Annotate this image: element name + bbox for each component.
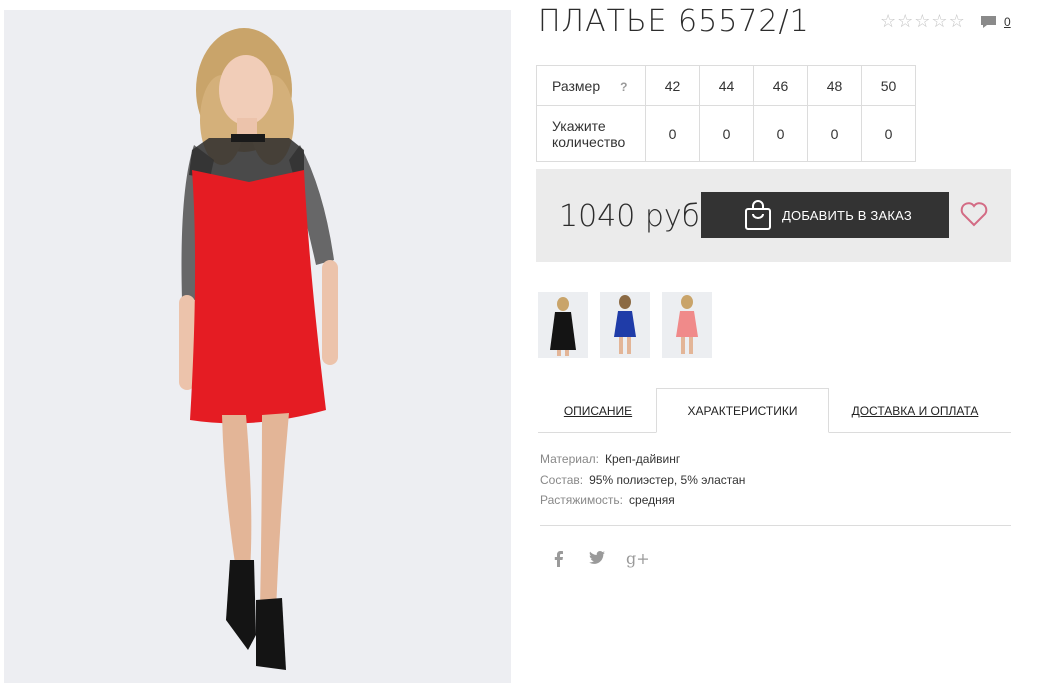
size-cell: 48 <box>807 65 862 106</box>
comment-icon[interactable] <box>980 15 997 29</box>
size-cell: 46 <box>753 65 808 106</box>
size-cell: 50 <box>861 65 916 106</box>
characteristic-name: Состав: <box>540 473 584 487</box>
size-cell: 42 <box>645 65 700 106</box>
tab-characteristics[interactable]: ХАРАКТЕРИСТИКИ <box>656 388 829 433</box>
quantity-input[interactable]: 0 <box>861 105 916 162</box>
thumbnail-pink-dress[interactable] <box>662 292 712 358</box>
pink-dress-image <box>676 295 698 354</box>
heart-icon[interactable] <box>960 201 988 227</box>
section-divider <box>540 525 1011 526</box>
characteristic-name: Растяжимость: <box>540 493 624 507</box>
quantity-label-cell: Укажите количество <box>536 105 646 162</box>
blue-dress-image <box>614 295 636 354</box>
dress-model-illustration <box>4 10 511 683</box>
tab-delivery-payment[interactable]: ДОСТАВКА И ОПЛАТА <box>829 388 1001 433</box>
twitter-icon[interactable] <box>589 551 605 565</box>
star-icon[interactable]: ☆ <box>949 12 965 30</box>
star-icon[interactable]: ☆ <box>897 12 913 30</box>
quantity-row: Укажите количество 0 0 0 0 0 <box>536 105 916 162</box>
characteristic-row: Состав: 95% полиэстер, 5% эластан <box>540 473 745 487</box>
size-row: Размер? 42 44 46 48 50 <box>536 65 916 106</box>
facebook-icon[interactable] <box>554 551 564 567</box>
characteristic-value: средняя <box>629 493 675 507</box>
product-title: ПЛАТЬЕ 65572/1 <box>538 4 810 39</box>
quantity-label-line1: Укажите <box>552 117 606 134</box>
tab-description-label: ОПИСАНИЕ <box>563 403 633 418</box>
add-to-order-button[interactable]: ДОБАВИТЬ В ЗАКАЗ <box>701 192 949 238</box>
comment-count-link[interactable]: 0 <box>1004 15 1011 29</box>
quantity-input[interactable]: 0 <box>807 105 862 162</box>
thumbnail-black-dress[interactable] <box>538 292 588 358</box>
product-main-photo[interactable] <box>4 10 511 683</box>
shopping-bag-icon <box>745 200 771 230</box>
star-icon[interactable]: ☆ <box>931 12 947 30</box>
google-plus-icon[interactable]: g+ <box>626 549 650 568</box>
size-label: Размер <box>552 77 601 94</box>
help-icon[interactable]: ? <box>620 80 627 94</box>
quantity-input[interactable]: 0 <box>699 105 754 162</box>
thumbnail-blue-dress[interactable] <box>600 292 650 358</box>
size-cell: 44 <box>699 65 754 106</box>
price-panel: 1040 руб ДОБАВИТЬ В ЗАКАЗ <box>536 169 1011 262</box>
size-table: Размер? 42 44 46 48 50 Укажите количеств… <box>536 65 916 162</box>
add-to-order-label: ДОБАВИТЬ В ЗАКАЗ <box>782 208 912 223</box>
tab-delivery-payment-label: ДОСТАВКА И ОПЛАТА <box>851 403 979 418</box>
characteristic-name: Материал: <box>540 452 599 466</box>
characteristic-row: Растяжимость: средняя <box>540 493 675 507</box>
quantity-input[interactable]: 0 <box>753 105 808 162</box>
star-icon[interactable]: ☆ <box>880 12 896 30</box>
black-dress-image <box>550 297 576 356</box>
tab-characteristics-label: ХАРАКТЕРИСТИКИ <box>687 403 798 418</box>
star-icon[interactable]: ☆ <box>914 12 930 30</box>
characteristic-value: Креп-дайвинг <box>604 452 681 466</box>
quantity-input[interactable]: 0 <box>645 105 700 162</box>
characteristic-value: 95% полиэстер, 5% эластан <box>589 473 746 487</box>
characteristic-row: Материал: Креп-дайвинг <box>540 452 680 466</box>
size-label-cell: Размер? <box>536 65 646 106</box>
price-value: 1040 руб <box>559 199 701 234</box>
rating-stars[interactable]: ☆ ☆ ☆ ☆ ☆ <box>880 12 965 30</box>
tab-description[interactable]: ОПИСАНИЕ <box>538 388 658 433</box>
quantity-label-line2: количество <box>552 133 626 150</box>
